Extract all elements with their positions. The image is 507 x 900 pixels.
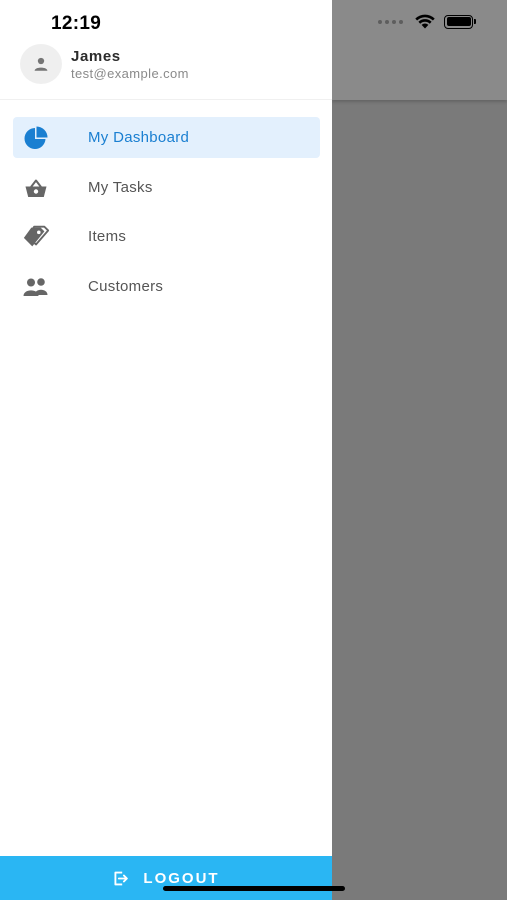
battery-icon <box>444 14 476 29</box>
drawer-menu: My Dashboard My Tasks Items Customers <box>13 117 320 315</box>
basket-icon <box>22 175 50 201</box>
user-email: test@example.com <box>71 66 189 81</box>
menu-item-customers[interactable]: Customers <box>13 266 320 307</box>
menu-item-items[interactable]: Items <box>13 216 320 257</box>
tags-icon <box>22 224 50 250</box>
person-icon <box>34 57 48 71</box>
cellular-signal-icon <box>378 19 403 24</box>
menu-item-label: My Tasks <box>88 178 153 196</box>
menu-item-label: My Dashboard <box>88 129 190 146</box>
user-name: James <box>71 48 121 65</box>
navigation-drawer: James test@example.com My Dashboard My T… <box>0 0 332 900</box>
wifi-icon <box>415 14 435 29</box>
pie-chart-icon <box>22 125 50 151</box>
home-indicator[interactable] <box>163 886 345 891</box>
menu-item-label: Items <box>88 228 127 245</box>
logout-icon <box>114 871 129 885</box>
status-indicators <box>378 14 476 29</box>
status-time: 12:19 <box>51 13 102 34</box>
logout-button[interactable]: LOGOUT <box>0 856 332 900</box>
users-icon <box>22 274 50 300</box>
drawer-backdrop[interactable] <box>332 0 507 900</box>
menu-item-my-dashboard[interactable]: My Dashboard <box>13 117 320 158</box>
menu-item-my-tasks[interactable]: My Tasks <box>13 167 320 208</box>
avatar <box>20 44 62 84</box>
logout-label: LOGOUT <box>143 869 220 887</box>
menu-item-label: Customers <box>88 277 164 295</box>
user-profile: James test@example.com <box>0 0 332 100</box>
